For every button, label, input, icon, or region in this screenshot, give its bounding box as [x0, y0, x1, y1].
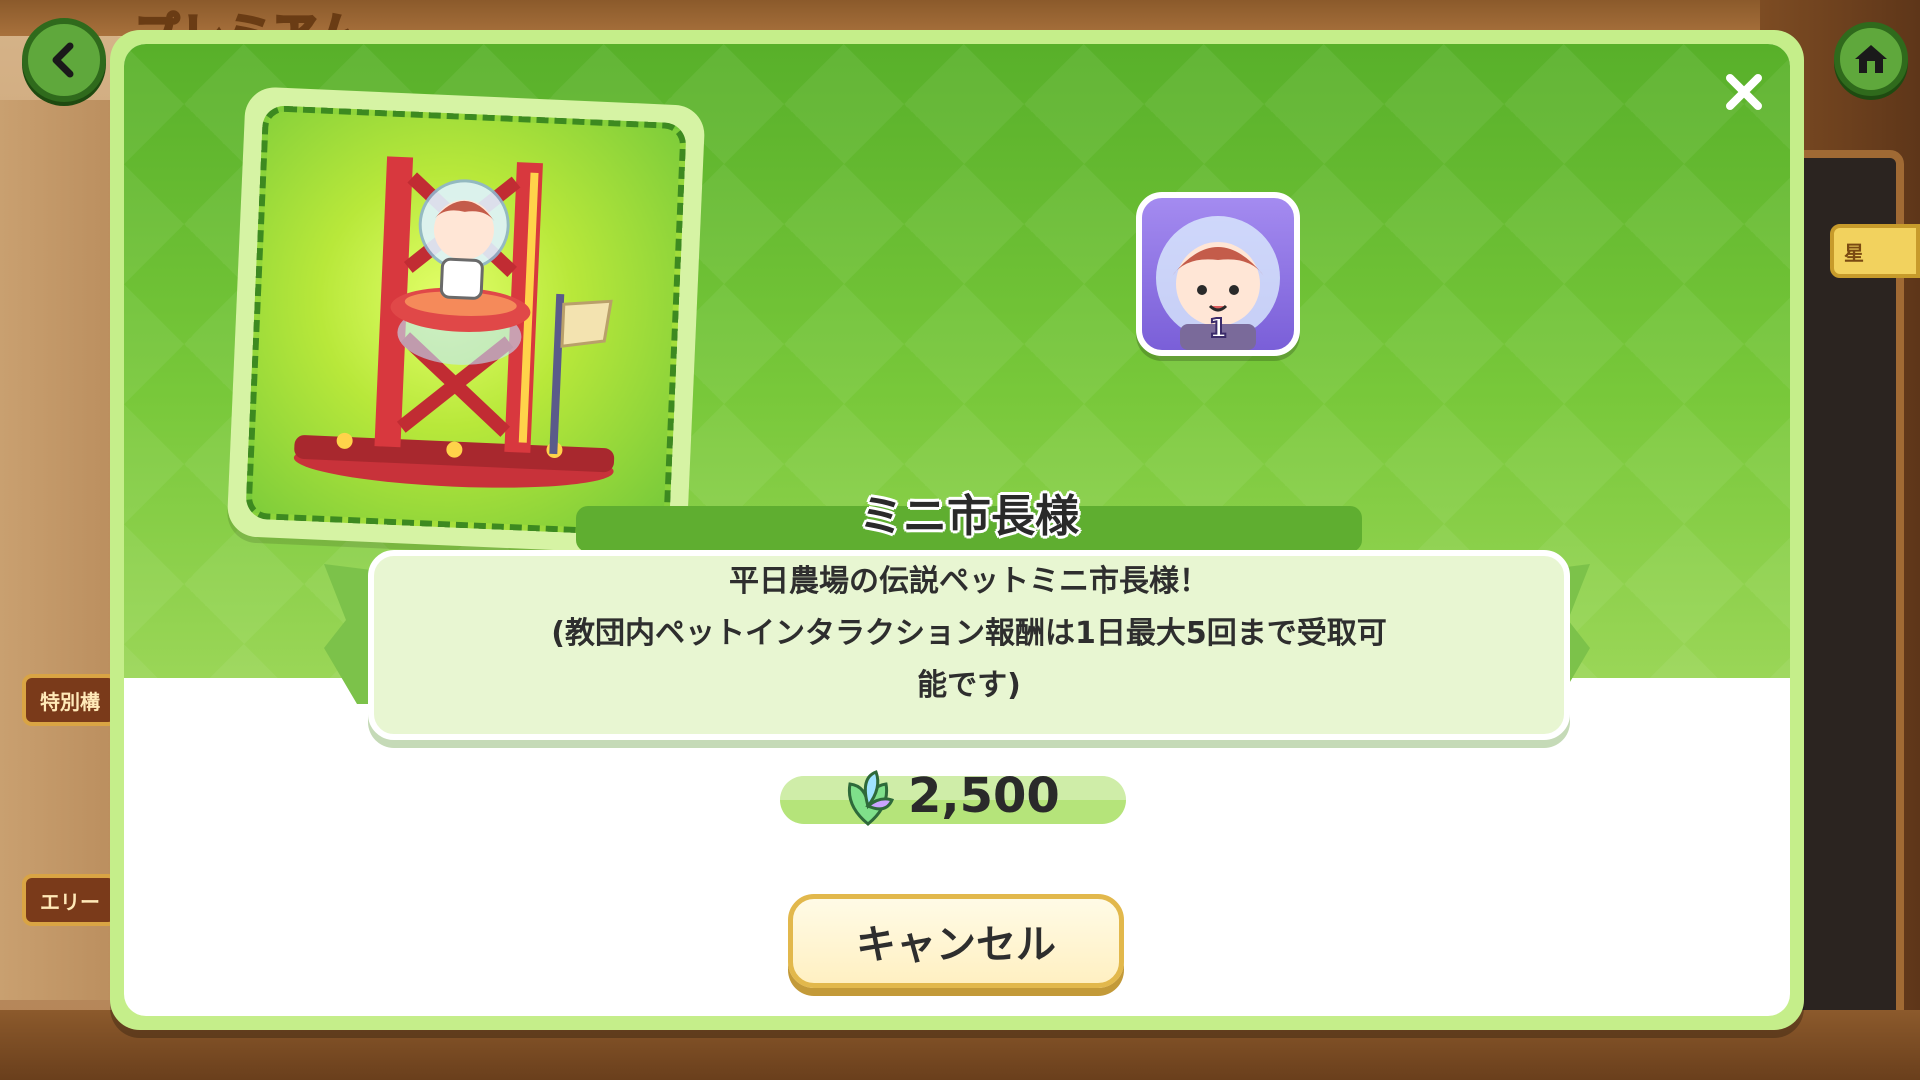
close-button[interactable] [1714, 62, 1774, 122]
background-right-badge: 星 [1830, 224, 1920, 278]
back-button[interactable] [22, 18, 106, 102]
close-icon [1726, 74, 1762, 110]
reward-item-thumbnail[interactable]: 1 [1136, 192, 1300, 356]
reward-count: 1 [1208, 313, 1228, 345]
home-button[interactable] [1834, 22, 1908, 96]
dialog-body: 1 ミニ市長様 平日農場の伝説ペットミニ市長様！ (教団内ペットインタラクション… [124, 44, 1790, 1016]
background-side-label[interactable]: エリー [22, 874, 118, 926]
background-side-label[interactable]: 特別構 [22, 674, 118, 726]
leaf-crystal-icon [847, 770, 895, 826]
price-value: 2,500 [908, 768, 1060, 824]
item-name: ミニ市長様 [859, 491, 1079, 542]
chevron-left-icon [52, 42, 74, 78]
item-description: 平日農場の伝説ペットミニ市長様！ (教団内ペットインタラクション報酬は1日最大5… [551, 564, 1387, 703]
cancel-button[interactable]: キャンセル [788, 894, 1124, 988]
item-preview-image [245, 104, 687, 538]
home-icon [1855, 45, 1887, 73]
item-detail-dialog: 1 ミニ市長様 平日農場の伝説ペットミニ市長様！ (教団内ペットインタラクション… [110, 30, 1804, 1030]
ufo-tower-illustration [293, 156, 615, 488]
